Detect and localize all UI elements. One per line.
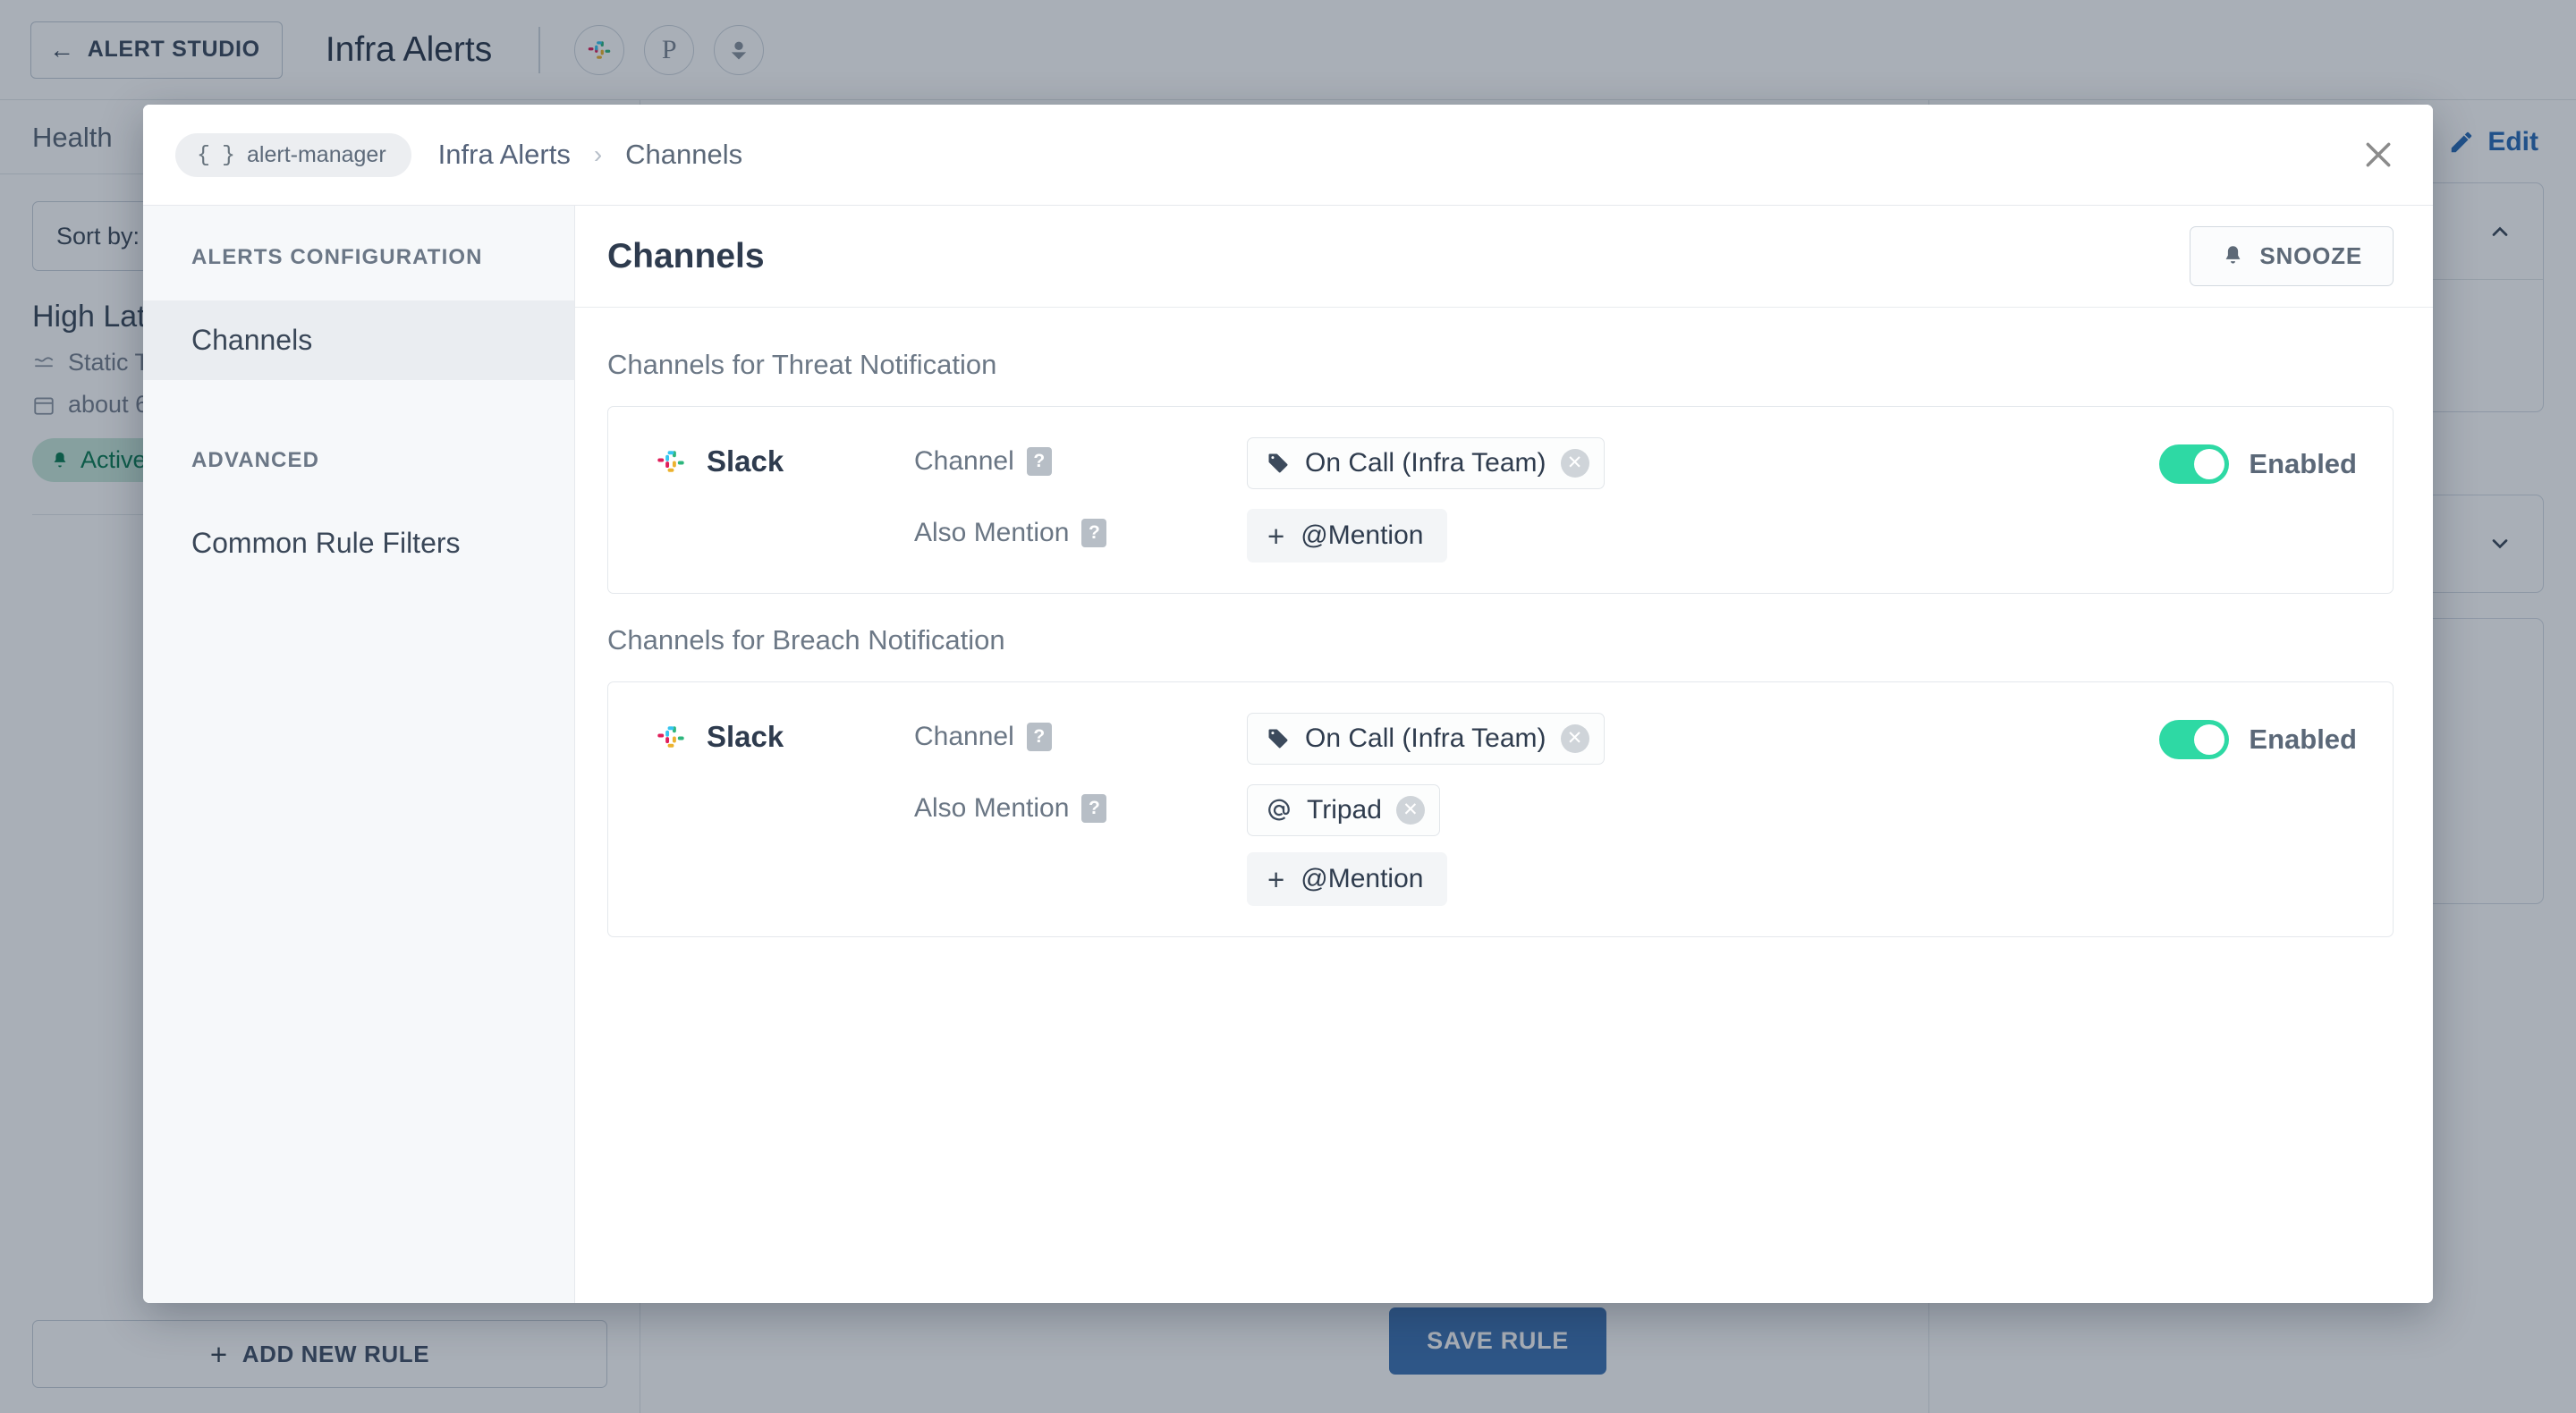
field-values-also-mention: Tripad ✕ + @Mention	[1247, 784, 1448, 906]
sidebar-item-common-rule-filters[interactable]: Common Rule Filters	[143, 503, 574, 583]
channel-fields: Channel ? On Call (Infra Team) ✕ Also Me…	[914, 713, 2134, 906]
snooze-label: SNOOZE	[2259, 242, 2362, 269]
tag-icon	[1268, 453, 1288, 473]
bell-icon	[2226, 246, 2241, 264]
field-label-text: Channel	[914, 722, 1014, 751]
add-mention-label: @Mention	[1301, 520, 1424, 550]
channel-enabled-toggle-group: Enabled	[2159, 713, 2357, 759]
help-icon[interactable]: ?	[1026, 723, 1052, 751]
add-mention-label: @Mention	[1301, 864, 1424, 893]
modal-sidebar: ALERTS CONFIGURATION Channels ADVANCED C…	[143, 206, 575, 1303]
remove-chip-button[interactable]: ✕	[1560, 449, 1589, 478]
help-icon[interactable]: ?	[1081, 794, 1107, 823]
close-icon	[2366, 142, 2391, 167]
channel-tag-chip[interactable]: On Call (Infra Team) ✕	[1247, 713, 1605, 765]
field-label-also-mention: Also Mention ?	[914, 509, 1247, 548]
mention-tag-chip[interactable]: Tripad ✕	[1247, 784, 1440, 836]
plus-icon: +	[1267, 862, 1285, 896]
breadcrumb-parent-link[interactable]: Infra Alerts	[438, 139, 571, 171]
channel-brand: Slack	[655, 713, 914, 754]
snooze-button[interactable]: SNOOZE	[2190, 226, 2394, 286]
add-mention-button[interactable]: + @Mention	[1247, 852, 1448, 906]
channel-card-threat: Slack Channel ? On Call (Infra Team) ✕ A…	[607, 406, 2394, 594]
breadcrumb-chip-label: alert-manager	[247, 141, 386, 167]
sidebar-item-channels[interactable]: Channels	[143, 300, 574, 380]
enabled-toggle[interactable]	[2159, 720, 2230, 759]
field-row-channel: Channel ? On Call (Infra Team) ✕	[914, 437, 2134, 489]
field-row-channel: Channel ? On Call (Infra Team) ✕	[914, 713, 2134, 765]
slack-icon	[657, 451, 684, 472]
at-icon	[1268, 799, 1290, 821]
breadcrumb-separator-icon: ›	[593, 140, 603, 168]
breadcrumb-project-chip[interactable]: { } alert-manager	[175, 132, 411, 177]
toggle-knob	[2194, 724, 2225, 755]
slack-icon	[657, 726, 684, 748]
field-label-channel: Channel ?	[914, 713, 1247, 752]
field-label-text: Also Mention	[914, 518, 1070, 547]
main-header: Channels SNOOZE	[575, 206, 2433, 308]
sidebar-group-label-alerts-configuration: ALERTS CONFIGURATION	[191, 245, 483, 269]
remove-chip-button[interactable]: ✕	[1560, 724, 1589, 753]
field-values-channel: On Call (Infra Team) ✕	[1247, 713, 1605, 765]
plus-icon: +	[1267, 519, 1285, 553]
field-label-channel: Channel ?	[914, 437, 1247, 477]
help-icon[interactable]: ?	[1026, 447, 1052, 476]
channel-enabled-toggle-group: Enabled	[2159, 437, 2357, 484]
channel-card-breach: Slack Channel ? On Call (Infra Team) ✕ A…	[607, 681, 2394, 937]
field-values-also-mention: + @Mention	[1247, 509, 1448, 563]
enabled-toggle-label: Enabled	[2249, 723, 2357, 755]
channel-brand-name: Slack	[707, 444, 784, 478]
enabled-toggle[interactable]	[2159, 444, 2230, 484]
add-mention-button[interactable]: + @Mention	[1247, 509, 1448, 563]
channel-tag-label: On Call (Infra Team)	[1305, 723, 1546, 753]
channel-tag-chip[interactable]: On Call (Infra Team) ✕	[1247, 437, 1605, 489]
modal-main-content: Channels SNOOZE Channels for Threat Noti…	[575, 206, 2433, 1303]
field-label-text: Channel	[914, 446, 1014, 476]
toggle-knob	[2194, 449, 2225, 479]
braces-icon: { }	[197, 141, 235, 168]
section-label-breach: Channels for Breach Notification	[607, 624, 1005, 656]
channel-fields: Channel ? On Call (Infra Team) ✕ Also Me…	[914, 437, 2134, 563]
sidebar-item-label: Channels	[191, 324, 313, 356]
field-values-channel: On Call (Infra Team) ✕	[1247, 437, 1605, 489]
remove-chip-button[interactable]: ✕	[1395, 796, 1425, 825]
channel-brand: Slack	[655, 437, 914, 478]
field-label-also-mention: Also Mention ?	[914, 784, 1247, 824]
channel-tag-label: On Call (Infra Team)	[1305, 448, 1546, 478]
sidebar-item-label: Common Rule Filters	[191, 527, 461, 559]
field-label-text: Also Mention	[914, 793, 1070, 823]
sidebar-group-label-advanced: ADVANCED	[191, 448, 320, 472]
main-title: Channels	[607, 236, 765, 275]
breadcrumb-current: Channels	[625, 139, 743, 170]
section-label-threat: Channels for Threat Notification	[607, 349, 997, 380]
channels-settings-modal: { } alert-manager Infra Alerts › Channel…	[143, 105, 2433, 1303]
help-icon[interactable]: ?	[1081, 519, 1107, 547]
modal-close-button[interactable]	[2354, 131, 2402, 179]
field-row-also-mention: Also Mention ? + @Mention	[914, 509, 2134, 563]
modal-body: ALERTS CONFIGURATION Channels ADVANCED C…	[143, 206, 2433, 1303]
enabled-toggle-label: Enabled	[2249, 448, 2357, 479]
field-row-also-mention: Also Mention ? Tripad ✕ + @Mention	[914, 784, 2134, 906]
channel-brand-name: Slack	[707, 720, 784, 753]
modal-header: { } alert-manager Infra Alerts › Channel…	[143, 105, 2433, 206]
channels-sections: Channels for Threat Notification Slack C…	[575, 308, 2433, 937]
tag-icon	[1268, 729, 1288, 749]
mention-tag-label: Tripad	[1307, 795, 1382, 825]
